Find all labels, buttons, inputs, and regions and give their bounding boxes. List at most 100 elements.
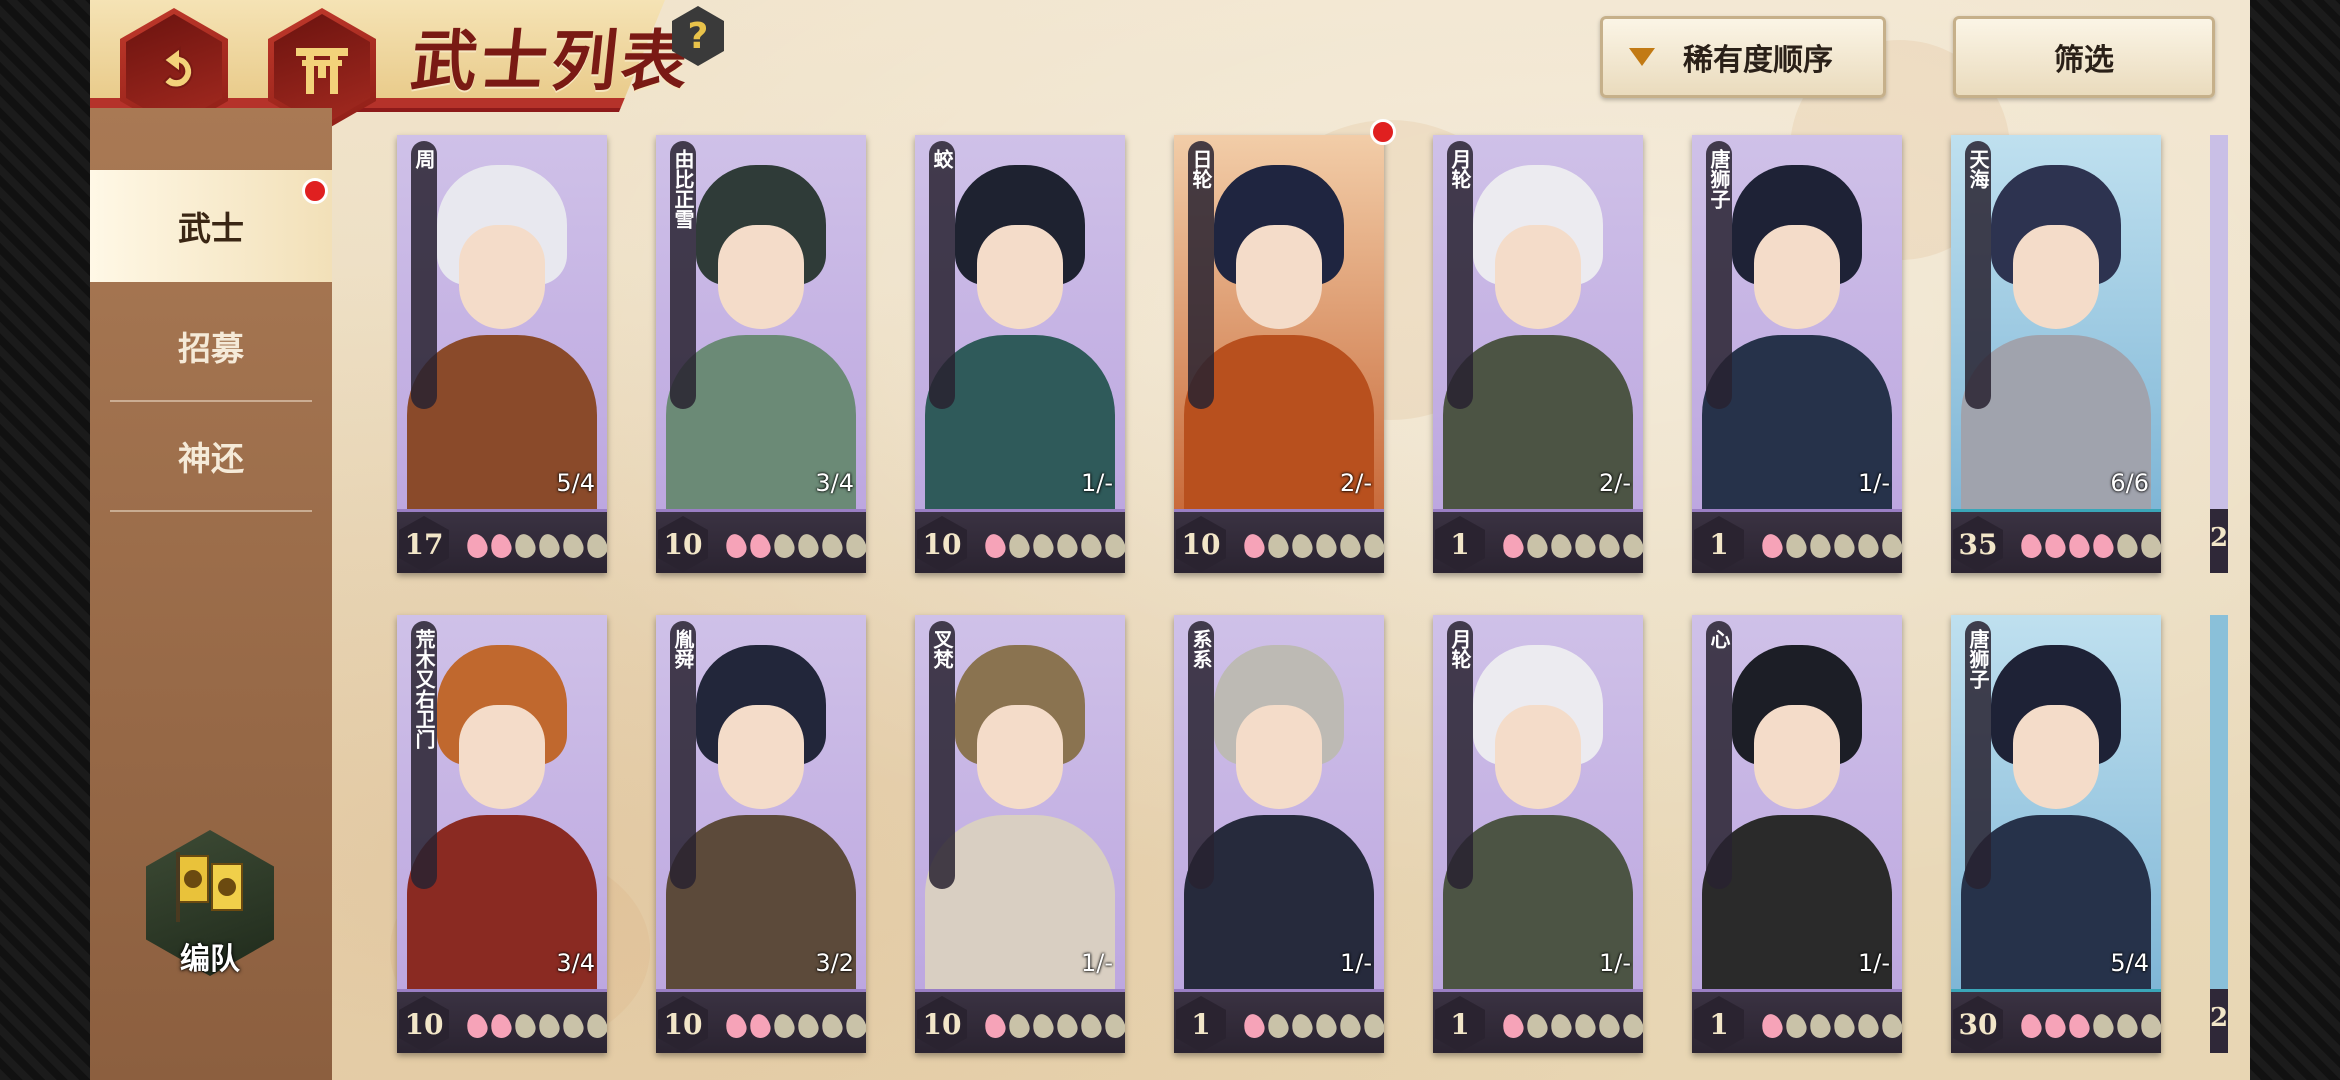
tab-label: 神还 (178, 439, 244, 478)
level-badge: 30 (1953, 996, 2003, 1052)
petal-icon (2018, 531, 2044, 561)
character-name: 叉梵 (929, 621, 955, 889)
level-badge: 17 (399, 516, 449, 572)
petal-icon (843, 1011, 866, 1041)
petal-icon (1054, 1011, 1080, 1041)
petal-icon (1783, 531, 1809, 561)
petal-icon (2138, 1011, 2161, 1041)
petal-icon (1337, 1011, 1363, 1041)
card-info-bar: 10 (656, 509, 866, 573)
level-badge: 1 (1435, 996, 1485, 1052)
petal-icon (1337, 531, 1363, 561)
petal-icon (982, 531, 1008, 561)
petal-icon (2066, 1011, 2092, 1041)
level-badge: 10 (658, 516, 708, 572)
petal-icon (1831, 1011, 1857, 1041)
character-name: 由比正雪 (670, 141, 696, 409)
petal-icon (536, 531, 562, 561)
petal-icon (488, 531, 514, 561)
petal-icon (2018, 1011, 2044, 1041)
question-icon: ? (687, 15, 709, 57)
petal-icon (982, 1011, 1008, 1041)
petal-icon (747, 531, 773, 561)
samurai-card[interactable]: 荒木又右卫门 3/4 10 (397, 615, 607, 1053)
level-value: 17 (404, 527, 444, 561)
petal-icon (1855, 1011, 1881, 1041)
rarity-petals (982, 531, 1125, 561)
team-formation-button[interactable]: 编队 (140, 830, 280, 990)
rarity-petals (1500, 1011, 1643, 1041)
petal-icon (560, 1011, 586, 1041)
petal-icon (1620, 1011, 1643, 1041)
petal-icon (1102, 1011, 1125, 1041)
petal-icon (1524, 1011, 1550, 1041)
level-value: 1 (1450, 1007, 1470, 1041)
samurai-card[interactable]: 唐狮子 5/4 30 (1951, 615, 2161, 1053)
petal-icon (1596, 531, 1622, 561)
petal-icon (2138, 531, 2161, 561)
samurai-card[interactable]: 由比正雪 3/4 10 (656, 135, 866, 573)
notification-dot (1370, 119, 1396, 145)
petal-icon (1361, 1011, 1384, 1041)
petal-icon (1500, 1011, 1526, 1041)
limit-break-count: 2/- (1598, 469, 1631, 497)
character-name: 周 (411, 141, 437, 409)
character-name: 蛟 (929, 141, 955, 409)
limit-break-count: 3/2 (815, 949, 854, 977)
samurai-card[interactable]: 周 5/4 17 (397, 135, 607, 573)
notification-dot (302, 178, 328, 204)
card-info-bar: 30 (1951, 989, 2161, 1053)
samurai-card-partial[interactable]: 2 (2210, 135, 2228, 573)
samurai-card[interactable]: 蛟 1/- 10 (915, 135, 1125, 573)
limit-break-count: 1/- (1857, 949, 1890, 977)
petal-icon (512, 1011, 538, 1041)
limit-break-count: 1/- (1339, 949, 1372, 977)
level-value: 1 (1709, 1007, 1729, 1041)
petal-icon (1102, 531, 1125, 561)
card-info-bar: 10 (915, 509, 1125, 573)
limit-break-count: 5/4 (2110, 949, 2149, 977)
banner-flag-icon (176, 852, 243, 922)
petal-icon (2114, 1011, 2140, 1041)
tab-recruit[interactable]: 招募 (90, 290, 332, 402)
game-screen: 武士列表 ? 稀有度顺序 筛选 武士 招募 神还 编队 周 5/4 17 由比正… (90, 0, 2250, 1080)
rarity-petals (1759, 531, 1902, 561)
petal-icon (747, 1011, 773, 1041)
tab-samurai[interactable]: 武士 (90, 170, 332, 282)
petal-icon (1572, 531, 1598, 561)
filter-button[interactable]: 筛选 (1953, 16, 2215, 98)
petal-icon (1572, 1011, 1598, 1041)
level-value: 35 (1958, 527, 1998, 561)
samurai-card-partial[interactable]: 2 (2210, 615, 2228, 1053)
level-value: 1 (1450, 527, 1470, 561)
petal-icon (723, 531, 749, 561)
petal-icon (584, 531, 607, 561)
samurai-card[interactable]: 日轮 2/- 10 (1174, 135, 1384, 573)
level-value: 2 (2210, 1003, 2228, 1033)
sort-button[interactable]: 稀有度顺序 (1600, 16, 1886, 98)
level-badge: 10 (917, 996, 967, 1052)
samurai-card[interactable]: 系系 1/- 1 (1174, 615, 1384, 1053)
samurai-card[interactable]: 月轮 2/- 1 (1433, 135, 1643, 573)
samurai-card[interactable]: 心 1/- 1 (1692, 615, 1902, 1053)
tab-return[interactable]: 神还 (90, 400, 332, 512)
samurai-card[interactable]: 唐狮子 1/- 1 (1692, 135, 1902, 573)
petal-icon (1265, 531, 1291, 561)
card-info-bar: 1 (1174, 989, 1384, 1053)
samurai-card[interactable]: 月轮 1/- 1 (1433, 615, 1643, 1053)
level-value: 10 (1181, 527, 1221, 561)
petal-icon (1054, 531, 1080, 561)
character-name: 日轮 (1188, 141, 1214, 409)
card-info-bar: 1 (1692, 989, 1902, 1053)
rarity-petals (723, 1011, 866, 1041)
petal-icon (723, 1011, 749, 1041)
petal-icon (795, 1011, 821, 1041)
samurai-card[interactable]: 天海 6/6 35 (1951, 135, 2161, 573)
samurai-card[interactable]: 胤舜 3/2 10 (656, 615, 866, 1053)
level-value: 10 (663, 1007, 703, 1041)
level-badge: 35 (1953, 516, 2003, 572)
samurai-card[interactable]: 叉梵 1/- 10 (915, 615, 1125, 1053)
petal-icon (1313, 1011, 1339, 1041)
petal-icon (1596, 1011, 1622, 1041)
limit-break-count: 1/- (1080, 469, 1113, 497)
